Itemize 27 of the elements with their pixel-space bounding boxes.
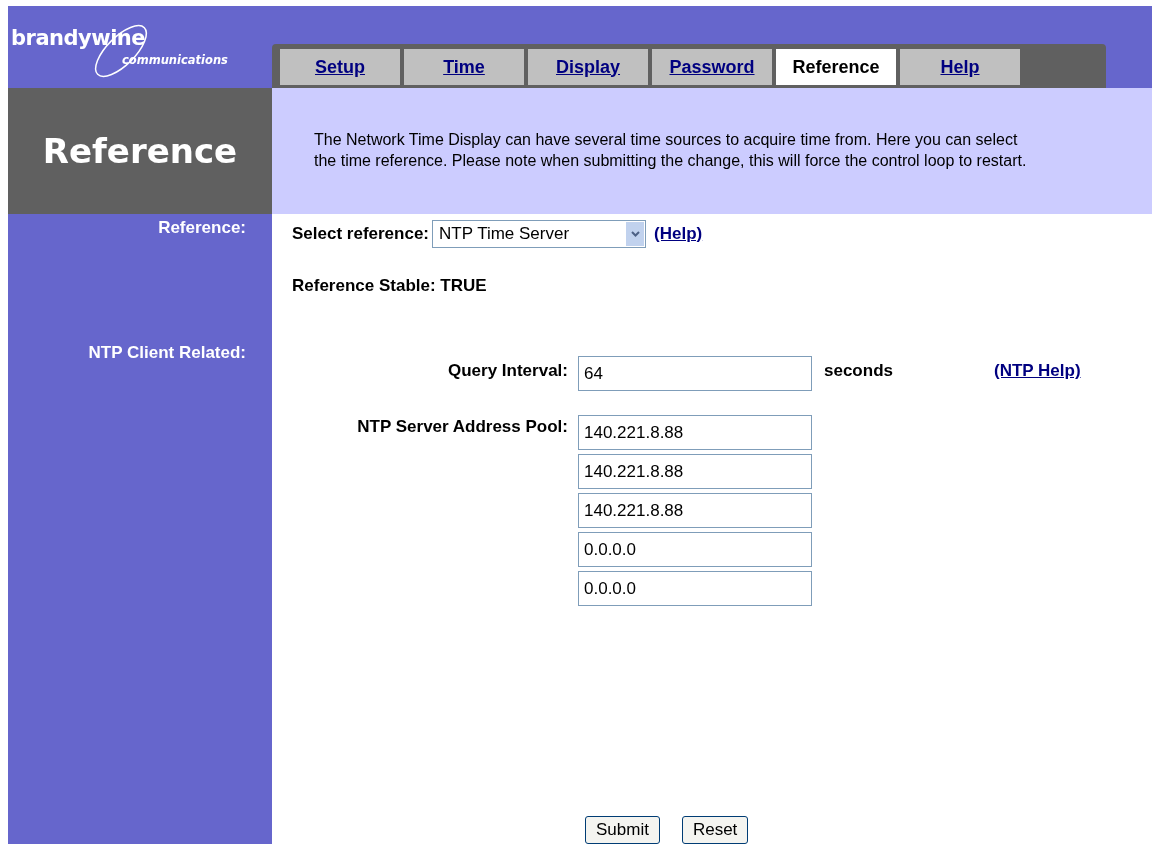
server-address-field[interactable]: 0.0.0.0 bbox=[578, 532, 812, 567]
description-text: The Network Time Display can have several time sources to acquire time from. Here you can select the time reference. Please note when submitting the change, this will force the control loop to restart. bbox=[314, 130, 1028, 171]
ntp-help-link[interactable]: (NTP Help) bbox=[994, 356, 1152, 381]
reference-status: Reference Stable: TRUE bbox=[292, 276, 488, 296]
chevron-down-icon bbox=[630, 231, 640, 237]
server-address-field[interactable]: 0.0.0.0 bbox=[578, 571, 812, 606]
section-label: NTP Client Related: bbox=[88, 343, 246, 363]
nav-tab[interactable]: Reference bbox=[776, 49, 896, 85]
nav-tab[interactable]: Display bbox=[528, 49, 648, 85]
reference-select[interactable]: NTP Time Server bbox=[432, 220, 647, 248]
nav-tab[interactable]: Setup bbox=[280, 49, 400, 85]
query-interval-label: Query Interval: bbox=[447, 360, 568, 381]
page-title: Reference bbox=[42, 131, 238, 171]
server-address-field[interactable]: 140.221.8.88 bbox=[578, 454, 812, 489]
seconds-unit: seconds bbox=[824, 360, 894, 381]
nav-tab[interactable]: Time bbox=[404, 49, 524, 85]
server-address-field[interactable]: 140.221.8.88 bbox=[578, 493, 812, 528]
nav-tab[interactable]: Password bbox=[652, 49, 772, 85]
section-label: Reference: bbox=[158, 218, 246, 238]
query-interval-field[interactable]: 64 bbox=[578, 356, 812, 391]
help-link[interactable]: (Help) bbox=[654, 224, 703, 244]
server-address-field[interactable]: 140.221.8.88 bbox=[578, 415, 812, 450]
nav-tab[interactable]: Help bbox=[900, 49, 1020, 85]
select-label: Select reference: bbox=[292, 224, 430, 244]
reset-button[interactable]: Reset bbox=[681, 816, 749, 844]
server-pool-label: NTP Server Address Pool: bbox=[356, 416, 568, 437]
submit-button[interactable]: Submit bbox=[585, 816, 660, 844]
